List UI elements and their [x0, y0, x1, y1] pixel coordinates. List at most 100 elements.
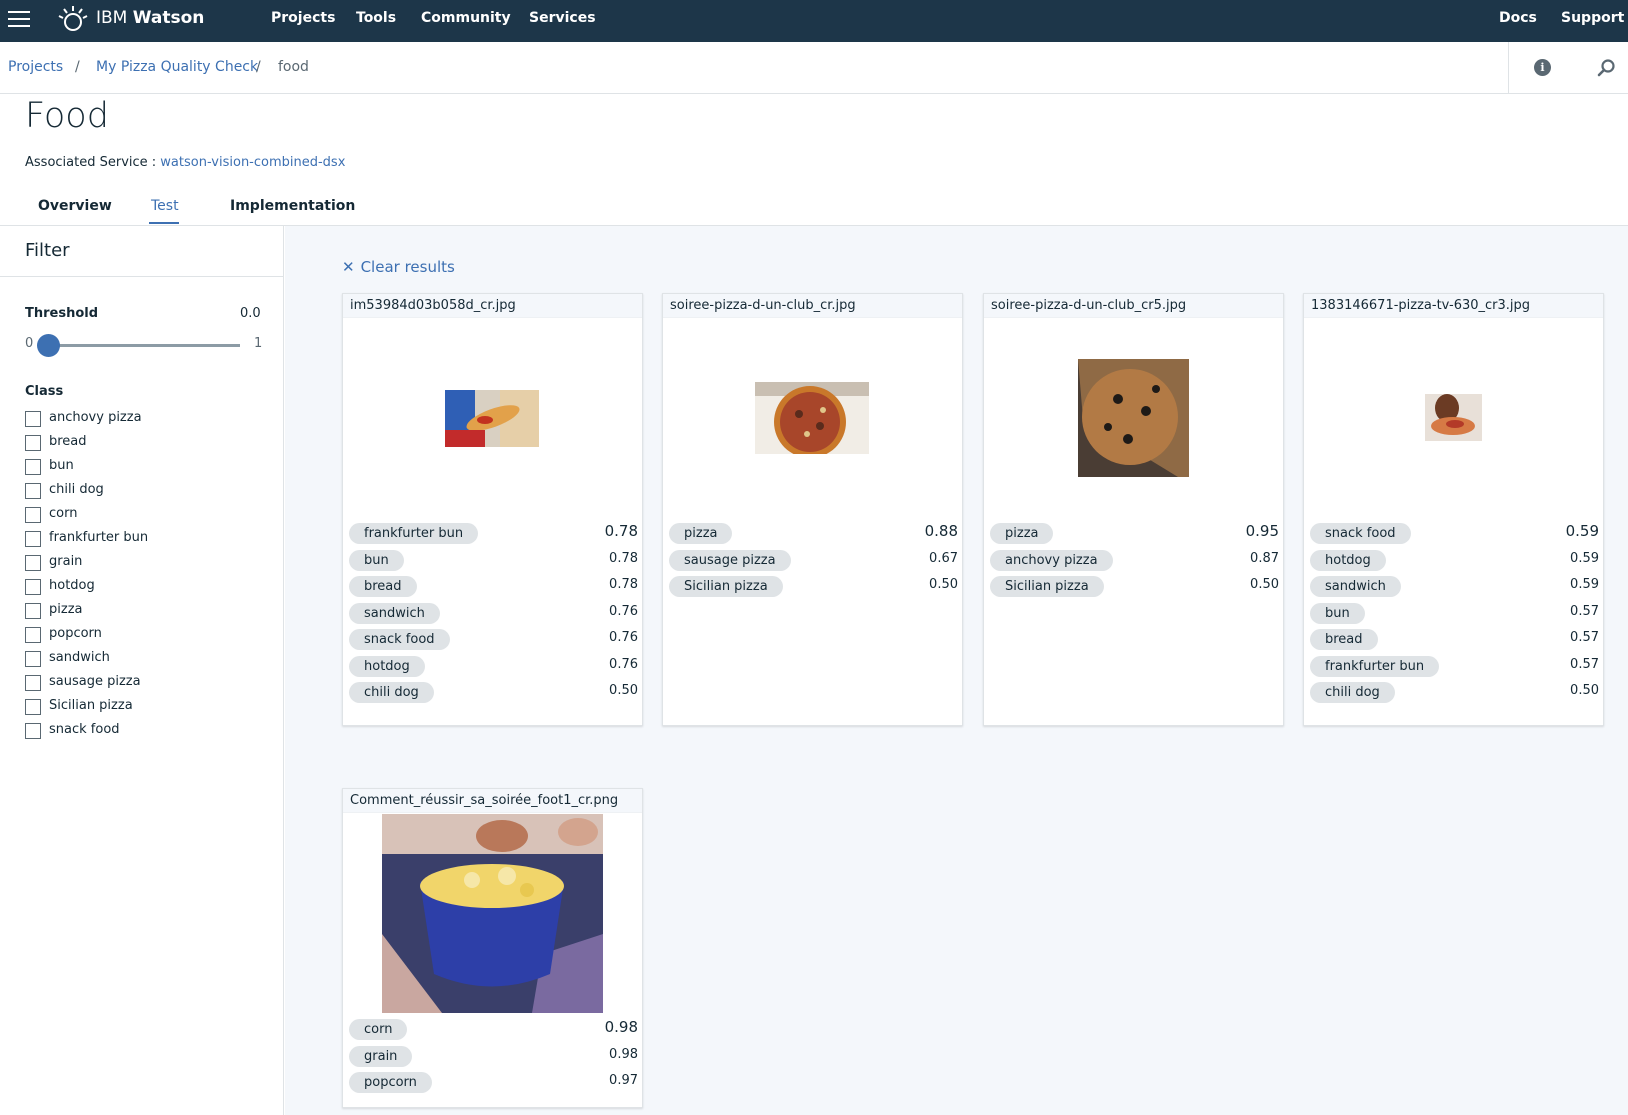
clear-results-label: Clear results [360, 258, 455, 276]
associated-service: Associated Service : watson-vision-combi… [25, 155, 345, 170]
class-filter-item[interactable]: popcorn [25, 624, 275, 648]
class-checkbox[interactable] [25, 603, 41, 619]
class-filter-item[interactable]: anchovy pizza [25, 408, 275, 432]
nav-projects[interactable]: Projects [271, 10, 335, 26]
nav-docs[interactable]: Docs [1499, 10, 1537, 26]
class-tag: snack food [1310, 523, 1411, 544]
result-image [382, 814, 603, 1013]
class-filter-item[interactable]: snack food [25, 720, 275, 744]
threshold-slider-track[interactable] [40, 344, 240, 347]
result-row: popcorn 0.97 [349, 1070, 638, 1094]
result-row: sandwich 0.76 [349, 601, 638, 625]
class-label: popcorn [49, 626, 102, 641]
class-checkbox[interactable] [25, 459, 41, 475]
result-row: pizza 0.88 [669, 521, 958, 545]
result-row: snack food 0.76 [349, 627, 638, 651]
active-tab-indicator [149, 222, 179, 224]
score-value: 0.50 [929, 577, 958, 592]
class-checkbox[interactable] [25, 579, 41, 595]
class-checkbox[interactable] [25, 699, 41, 715]
class-filter-item[interactable]: chili dog [25, 480, 275, 504]
class-filter-item[interactable]: sausage pizza [25, 672, 275, 696]
class-checkbox[interactable] [25, 507, 41, 523]
tab-test[interactable]: Test [151, 198, 179, 214]
class-checkbox[interactable] [25, 411, 41, 427]
score-value: 0.67 [929, 550, 958, 566]
class-tag: bun [1310, 602, 1365, 624]
score-value: 0.76 [609, 656, 638, 672]
result-row: sandwich 0.59 [1310, 574, 1599, 598]
class-checkbox[interactable] [25, 675, 41, 691]
class-label: snack food [49, 722, 120, 737]
threshold-slider-handle[interactable] [37, 334, 60, 357]
score-value: 0.59 [1570, 577, 1599, 592]
score-value: 0.88 [924, 522, 958, 540]
class-tag: hotdog [1310, 549, 1386, 571]
class-filter-item[interactable]: pizza [25, 600, 275, 624]
magnifier-icon[interactable] [1596, 58, 1616, 78]
brand-name[interactable]: IBM Watson [96, 8, 204, 28]
class-filter-item[interactable]: corn [25, 504, 275, 528]
result-card: soiree-pizza-d-un-club_cr.jpg pizza 0.88 s… [662, 293, 963, 726]
class-label: chili dog [49, 482, 104, 497]
tab-implementation[interactable]: Implementation [230, 198, 355, 214]
class-label: Sicilian pizza [49, 698, 133, 713]
brand-prefix: IBM [96, 8, 128, 28]
breadcrumb-separator: / [256, 59, 261, 75]
result-row: Sicilian pizza 0.50 [990, 574, 1279, 598]
class-filter-item[interactable]: bun [25, 456, 275, 480]
class-tag: Sicilian pizza [990, 576, 1104, 597]
clear-results-button[interactable]: ✕ Clear results [342, 258, 455, 276]
tab-overview[interactable]: Overview [38, 198, 112, 214]
filter-title: Filter [25, 240, 70, 261]
associated-service-link[interactable]: watson-vision-combined-dsx [160, 155, 345, 170]
score-value: 0.57 [1570, 656, 1599, 672]
class-checkbox[interactable] [25, 627, 41, 643]
result-card: 1383146671-pizza-tv-630_cr3.jpg snack fo… [1303, 293, 1604, 726]
class-checkbox[interactable] [25, 723, 41, 739]
class-filter-item[interactable]: Sicilian pizza [25, 696, 275, 720]
class-label: frankfurter bun [49, 530, 149, 545]
results-area: ✕ Clear results im53984d03b058d_cr.jpg fr… [285, 226, 1628, 1115]
divider [1508, 42, 1509, 94]
score-value: 0.95 [1245, 522, 1279, 540]
class-tag: hotdog [349, 655, 425, 677]
score-value: 0.97 [609, 1073, 638, 1088]
threshold-value: 0.0 [240, 306, 261, 321]
class-filter-item[interactable]: bread [25, 432, 275, 456]
class-filter-item[interactable]: grain [25, 552, 275, 576]
nav-services[interactable]: Services [529, 10, 596, 26]
breadcrumb-projects[interactable]: Projects [8, 59, 63, 75]
class-tag: anchovy pizza [990, 549, 1113, 571]
class-label: bun [49, 458, 74, 473]
class-tag: chili dog [349, 682, 434, 703]
result-row: frankfurter bun 0.78 [349, 521, 638, 545]
slider-max-label: 1 [254, 336, 263, 351]
class-checkbox[interactable] [25, 435, 41, 451]
hamburger-menu-icon[interactable] [8, 11, 30, 29]
nav-community[interactable]: Community [421, 10, 511, 26]
result-image [755, 382, 869, 454]
result-row: Sicilian pizza 0.50 [669, 574, 958, 598]
class-label: sausage pizza [49, 674, 141, 689]
result-row: bread 0.78 [349, 574, 638, 598]
class-checkbox[interactable] [25, 555, 41, 571]
class-tag: Sicilian pizza [669, 576, 783, 597]
nav-tools[interactable]: Tools [356, 10, 396, 26]
class-filter-item[interactable]: frankfurter bun [25, 528, 275, 552]
class-filter-item[interactable]: hotdog [25, 576, 275, 600]
nav-support[interactable]: Support [1561, 10, 1624, 26]
breadcrumb-project-name[interactable]: My Pizza Quality Check [96, 59, 258, 75]
score-value: 0.76 [609, 603, 638, 619]
associated-service-label: Associated Service : [25, 155, 157, 170]
class-checkbox[interactable] [25, 651, 41, 667]
class-checkbox[interactable] [25, 531, 41, 547]
class-filter-item[interactable]: sandwich [25, 648, 275, 672]
class-tag: bun [349, 549, 404, 571]
class-checkbox[interactable] [25, 483, 41, 499]
watson-logo-icon [58, 6, 88, 31]
info-icon[interactable]: i [1534, 59, 1551, 76]
card-filename: im53984d03b058d_cr.jpg [343, 294, 642, 318]
score-value: 0.98 [604, 1018, 638, 1036]
result-row: hotdog 0.76 [349, 654, 638, 678]
